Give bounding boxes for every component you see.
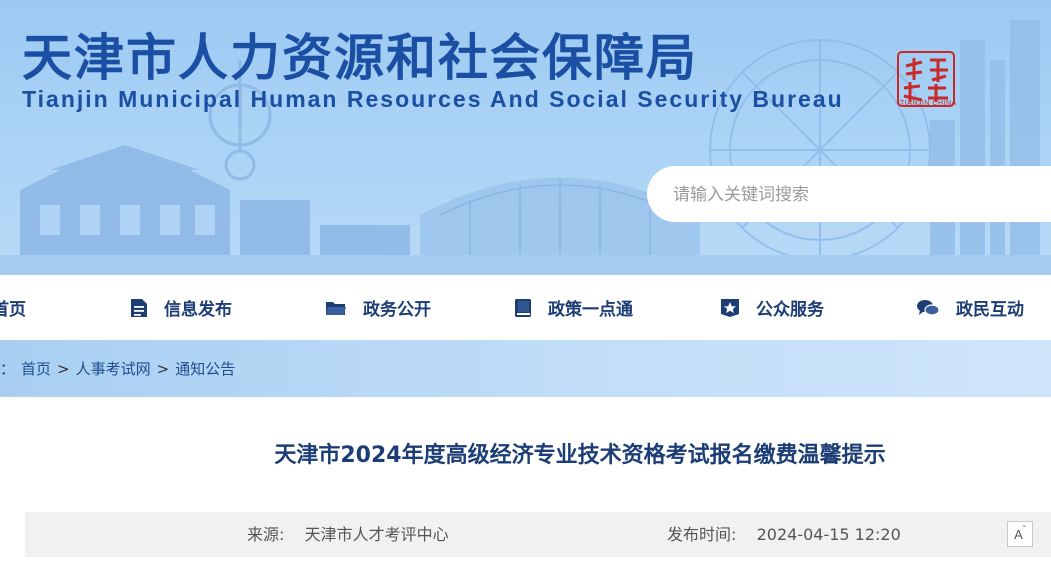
font-size-label: A	[1014, 526, 1023, 542]
nav-label: 公众服务	[756, 300, 824, 320]
nav-label: 政策一点通	[548, 300, 633, 320]
nav-item-policy[interactable]: 政策一点通	[514, 275, 633, 340]
font-size-button[interactable]: A ˜	[1007, 521, 1033, 547]
nav-label: 信息发布	[164, 300, 232, 320]
document-icon	[131, 298, 147, 317]
breadcrumb-exam-site[interactable]: 人事考试网	[76, 358, 151, 379]
book-icon	[515, 298, 531, 317]
breadcrumb-separator: >	[57, 359, 70, 378]
seal-caption: TIANJIN CHINA	[900, 100, 957, 107]
main-nav: 首页 信息发布 政务公开 政策一点通 公众服务 政民互动	[0, 275, 1051, 340]
nav-item-interaction[interactable]: 政民互动	[916, 275, 1024, 340]
folder-icon	[326, 301, 346, 315]
search-box	[647, 166, 1051, 224]
nav-item-gov-affairs[interactable]: 政务公开	[325, 275, 431, 340]
nav-item-info-release[interactable]: 信息发布	[130, 275, 232, 340]
breadcrumb-prefix: ：	[0, 360, 16, 378]
source-value: 天津市人才考评中心	[304, 525, 449, 544]
breadcrumb-separator: >	[156, 359, 170, 378]
nav-label: 政务公开	[363, 300, 431, 320]
article-meta-bar: 来源: 天津市人才考评中心 发布时间: 2024-04-15 12:20 A ˜	[25, 512, 1051, 557]
breadcrumb: ： 首页 > 人事考试网 > 通知公告	[0, 340, 235, 397]
article-source: 来源: 天津市人才考评中心	[247, 512, 449, 557]
article-title: 天津市2024年度高级经济专业技术资格考试报名缴费温馨提示	[274, 443, 886, 468]
article-publish-time: 发布时间: 2024-04-15 12:20	[667, 512, 901, 557]
source-label: 来源:	[247, 525, 285, 544]
site-title-cn: 天津市人力资源和社会保障局	[22, 29, 698, 87]
time-label: 发布时间:	[667, 525, 737, 544]
site-title-en: Tianjin Municipal Human Resources And So…	[22, 86, 844, 112]
breadcrumb-bar: ： 首页 > 人事考试网 > 通知公告	[0, 340, 1051, 397]
nav-label: 政民互动	[956, 300, 1024, 320]
time-value: 2024-04-15 12:20	[756, 525, 901, 544]
star-badge-icon	[721, 298, 739, 317]
nav-label: 首页	[0, 300, 26, 320]
header-banner: 天津市人力资源和社会保障局 Tianjin Municipal Human Re…	[0, 0, 1051, 275]
breadcrumb-home[interactable]: 首页	[21, 358, 51, 379]
chat-icon	[917, 299, 940, 316]
nav-item-public-service[interactable]: 公众服务	[720, 275, 824, 340]
nav-item-home[interactable]: 首页	[0, 275, 26, 340]
breadcrumb-notices[interactable]: 通知公告	[175, 358, 235, 379]
search-input[interactable]	[671, 166, 1045, 224]
